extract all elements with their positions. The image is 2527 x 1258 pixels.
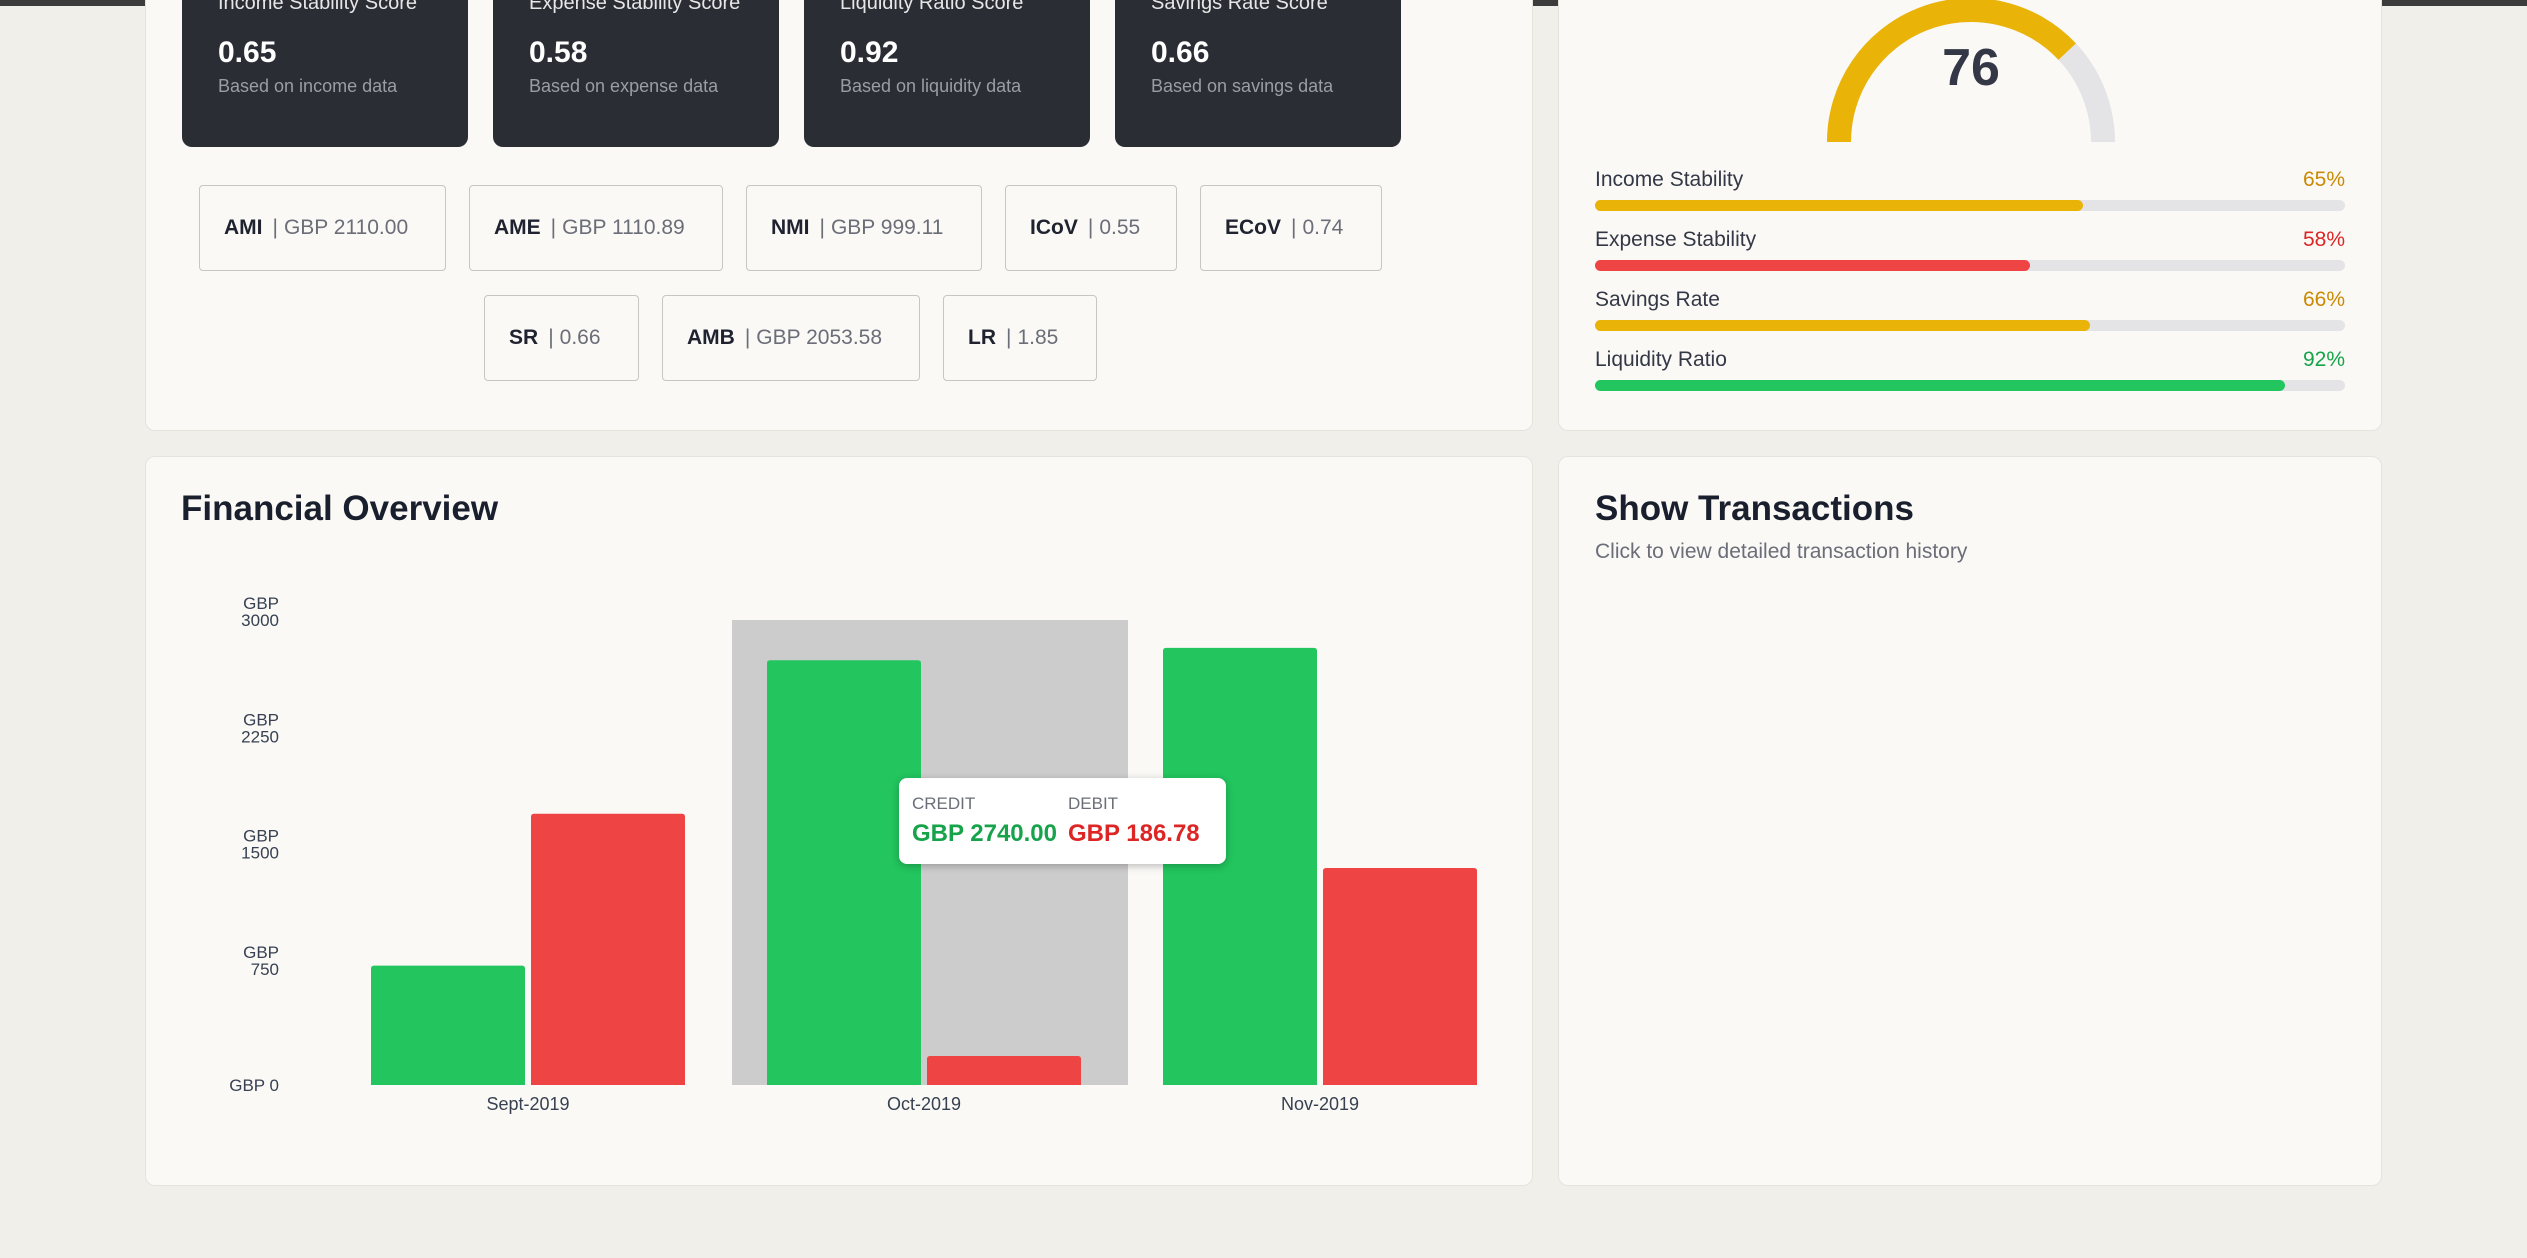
metric-value: 1.85 <box>1017 326 1059 349</box>
tooltip-credit-value: GBP 2740.00 <box>912 820 1057 847</box>
income-stability-score-card: Income Stability Score 0.65 Based on inc… <box>182 0 468 147</box>
metric-value: 0.74 <box>1302 216 1344 239</box>
metric-key: AME <box>494 216 541 239</box>
metric-key: LR <box>968 326 996 349</box>
metric-separator: | <box>744 326 751 349</box>
score-card-title: Savings Rate Score <box>1151 0 1328 14</box>
progress-track <box>1595 380 2345 391</box>
metric-separator: | <box>548 326 554 349</box>
metric-separator: | <box>1291 216 1297 239</box>
savings-rate-score-card: Savings Rate Score 0.66 Based on savings… <box>1115 0 1401 147</box>
metric-key: AMI <box>224 216 263 239</box>
tooltip-debit-label: DEBIT <box>1068 794 1119 813</box>
progress-fill <box>1595 200 2083 211</box>
liquidity-ratio-score-card: Liquidity Ratio Score 0.92 Based on liqu… <box>804 0 1090 147</box>
progress-track <box>1595 200 2345 211</box>
metric-key: NMI <box>771 216 810 239</box>
score-card-description: Based on expense data <box>529 76 719 96</box>
breakdown-label: Liquidity Ratio <box>1595 348 1727 371</box>
metric-separator: | <box>819 216 825 239</box>
overall-score-value: 76 <box>1942 39 2000 97</box>
score-card-description: Based on liquidity data <box>840 76 1022 96</box>
breakdown-label: Savings Rate <box>1595 288 1720 311</box>
progress-fill <box>1595 380 2285 391</box>
tooltip-credit-label: CREDIT <box>912 794 976 813</box>
metric-chip-ame: AME | GBP 1110.89 <box>469 185 723 271</box>
metric-chip-nmi: NMI | GBP 999.11 <box>746 185 982 271</box>
chart-tooltip: CREDIT DEBIT GBP 2740.00 GBP 186.78 <box>899 778 1226 864</box>
metric-value: 0.55 <box>1099 216 1141 239</box>
metric-chip-amb: AMB | GBP 2053.58 <box>662 295 920 381</box>
progress-fill <box>1595 320 2090 331</box>
breakdown-percent: 65% <box>2302 168 2345 191</box>
metric-separator: | <box>550 216 557 239</box>
score-card-title: Expense Stability Score <box>529 0 741 14</box>
metric-chip-ami: AMI | GBP 2110.00 <box>199 185 446 271</box>
metric-value: GBP 2110.00 <box>283 216 409 239</box>
metric-key: ECoV <box>1225 216 1282 239</box>
metric-value: GBP 999.11 <box>830 216 944 239</box>
breakdown-percent: 92% <box>2302 348 2345 371</box>
breakdown-percent: 58% <box>2302 228 2345 251</box>
metric-separator: | <box>272 216 278 239</box>
breakdown-label: Expense Stability <box>1595 228 1757 251</box>
metric-chip-icov: ICoV | 0.55 <box>1005 185 1177 271</box>
show-transactions-subtitle: Click to view detailed transaction histo… <box>1595 540 1968 563</box>
show-transactions-title[interactable]: Show Transactions <box>1595 489 1914 529</box>
metric-key: SR <box>509 326 539 349</box>
metric-key: ICoV <box>1030 216 1078 239</box>
breakdown-label: Income Stability <box>1595 168 1744 191</box>
score-card-description: Based on income data <box>218 76 398 96</box>
financial-overview-panel <box>145 456 1533 1186</box>
metric-chip-ecov: ECoV | 0.74 <box>1200 185 1382 271</box>
progress-track <box>1595 320 2345 331</box>
score-card-value: 0.65 <box>218 36 277 69</box>
score-card-value: 0.66 <box>1151 36 1210 69</box>
score-card-value: 0.92 <box>840 36 899 69</box>
score-card-value: 0.58 <box>529 36 588 69</box>
financial-overview-title: Financial Overview <box>181 489 499 528</box>
show-transactions-panel[interactable] <box>1558 456 2382 1186</box>
tooltip-debit-value: GBP 186.78 <box>1068 820 1200 847</box>
metric-chip-lr: LR | 1.85 <box>943 295 1097 381</box>
score-card-title: Liquidity Ratio Score <box>840 0 1024 14</box>
progress-track <box>1595 260 2345 271</box>
metric-separator: | <box>1006 326 1012 349</box>
progress-fill <box>1595 260 2030 271</box>
metric-value: GBP 1110.89 <box>562 216 685 239</box>
breakdown-percent: 66% <box>2302 288 2345 311</box>
metric-chip-sr: SR | 0.66 <box>484 295 639 381</box>
metric-key: AMB <box>687 326 735 349</box>
score-card-title: Income Stability Score <box>218 0 417 14</box>
metric-separator: | <box>1087 216 1094 239</box>
expense-stability-score-card: Expense Stability Score 0.58 Based on ex… <box>493 0 779 147</box>
metric-value: 0.66 <box>559 326 601 349</box>
metric-value: GBP 2053.58 <box>756 326 883 349</box>
score-card-description: Based on savings data <box>1151 76 1334 96</box>
